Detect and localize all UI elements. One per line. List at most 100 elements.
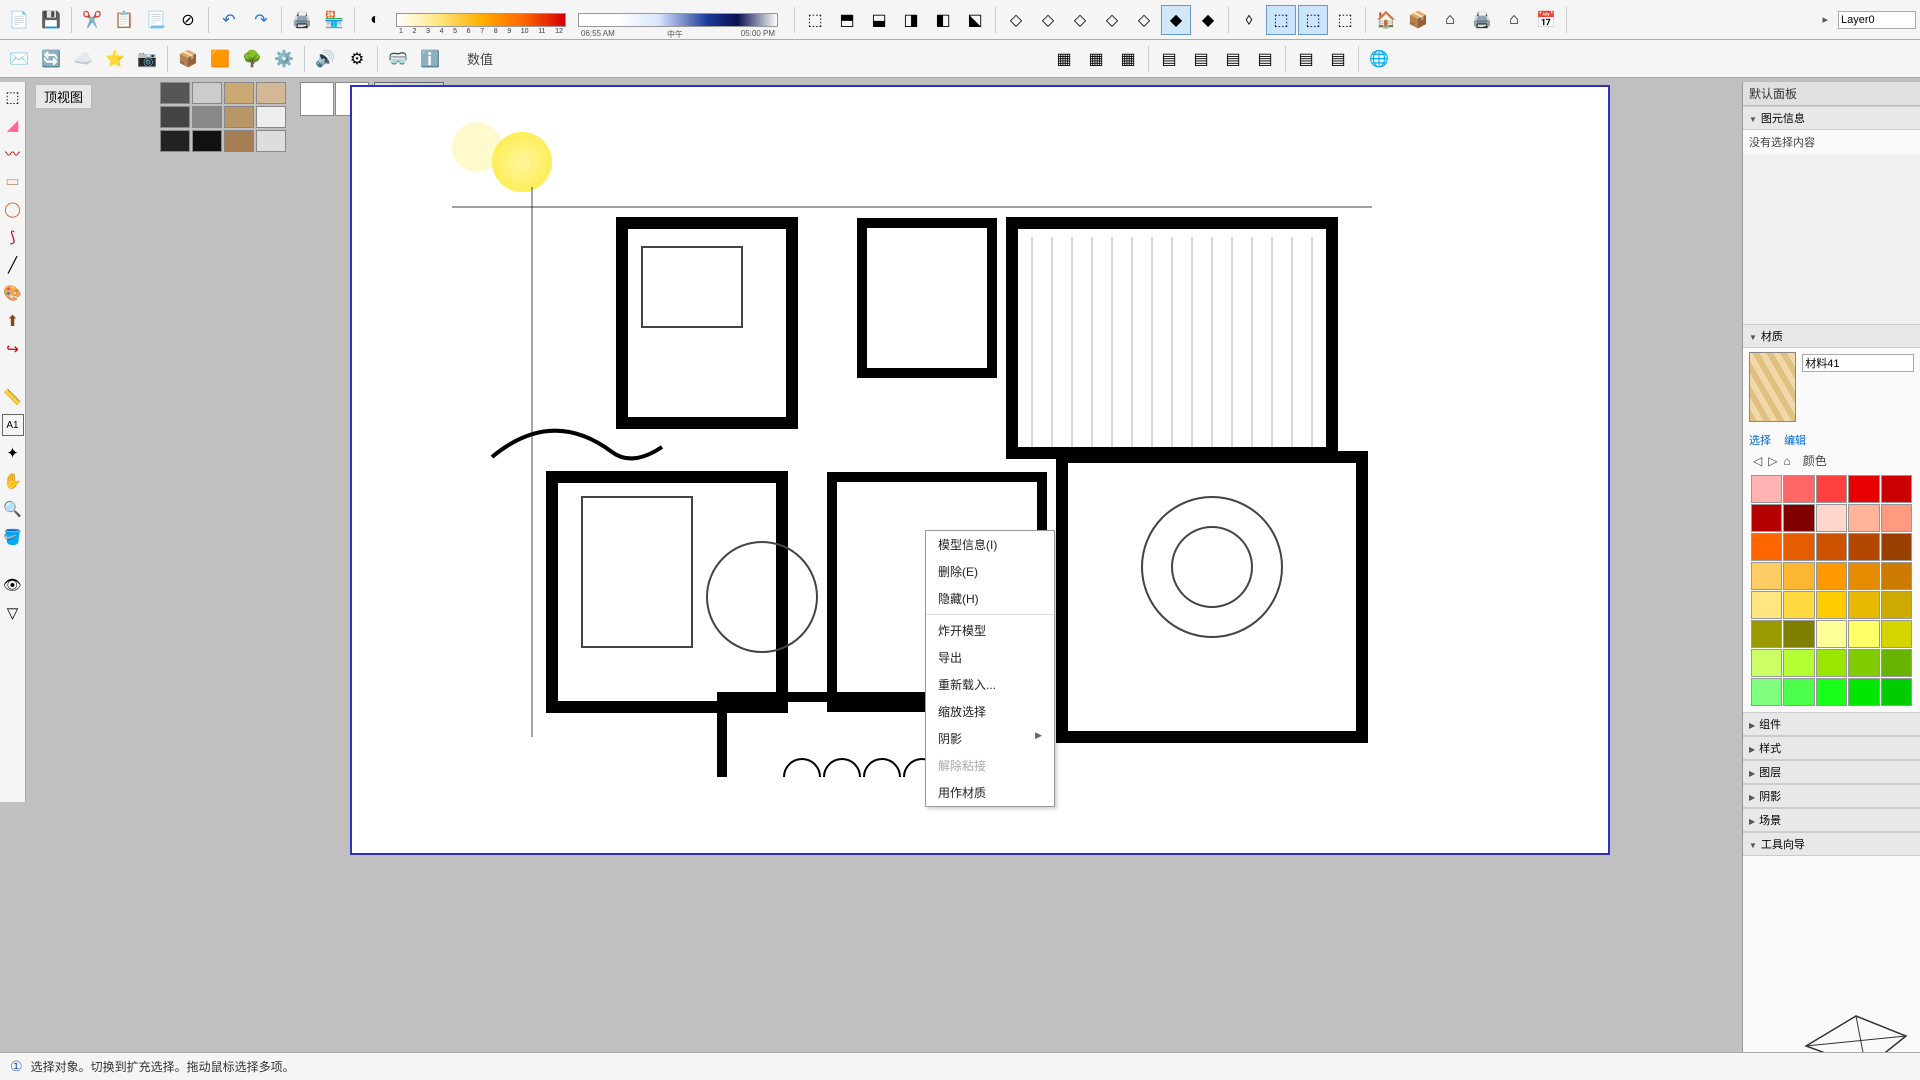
settings-icon[interactable]: ⚙ [342,44,372,74]
grid3-icon[interactable]: ▦ [1113,44,1143,74]
eye-icon[interactable]: 👁 [2,574,24,596]
mat-swatch[interactable] [192,82,222,104]
cube-gold-icon[interactable]: 🟧 [205,44,235,74]
back-view-icon[interactable]: ◧ [928,5,958,35]
cm-shadow[interactable]: 阴影▶ [926,725,1054,752]
panel5-icon[interactable]: ▤ [1291,44,1321,74]
color-swatch[interactable] [1816,475,1847,503]
globe-icon[interactable]: 🌐 [1364,44,1394,74]
color-swatch[interactable] [1848,591,1879,619]
arc-icon[interactable]: ⟆ [2,226,24,248]
help-icon[interactable]: ① [10,1058,23,1075]
select-icon[interactable]: ⬚ [2,86,24,108]
tape-icon[interactable]: 📏 [2,386,24,408]
cube2-icon[interactable]: ⬚ [1298,5,1328,35]
new-icon[interactable]: 📄 [4,5,34,35]
box2-icon[interactable]: 📦 [173,44,203,74]
line-icon[interactable]: ╱ [2,254,24,276]
color-swatch[interactable] [1751,591,1782,619]
material-edit-tab[interactable]: 编辑 [1784,435,1806,447]
mat-swatch[interactable] [256,82,286,104]
material-name-input[interactable] [1802,354,1914,372]
cm-reload[interactable]: 重新载入... [926,671,1054,698]
undo-icon[interactable]: ↶ [214,5,244,35]
cm-explode[interactable]: 炸开模型 [926,617,1054,644]
color-swatch[interactable] [1751,678,1782,706]
paste-icon[interactable]: 📃 [141,5,171,35]
cut-icon[interactable]: ✂️ [77,5,107,35]
color-swatch[interactable] [1848,678,1879,706]
refresh-icon[interactable]: 🔄 [36,44,66,74]
warehouse-icon[interactable]: 🏪 [319,5,349,35]
section-components[interactable]: 组件 [1743,712,1920,736]
color-swatch[interactable] [1783,649,1814,677]
style3-icon[interactable]: ◇ [1065,5,1095,35]
right-view-icon[interactable]: ◨ [896,5,926,35]
cm-model-info[interactable]: 模型信息(I) [926,531,1054,558]
vr-icon[interactable]: 🥽 [383,44,413,74]
walk-icon[interactable]: ▽ [2,602,24,624]
grid1-icon[interactable]: ▦ [1049,44,1079,74]
mat-swatch[interactable] [160,82,190,104]
section-instructor[interactable]: 工具向导 [1743,832,1920,856]
info-icon[interactable]: ℹ️ [415,44,445,74]
color-swatch[interactable] [1783,591,1814,619]
section-scenes[interactable]: 场景 [1743,808,1920,832]
mat-swatch[interactable] [192,106,222,128]
color-swatch[interactable] [1783,533,1814,561]
color-swatch[interactable] [1816,562,1847,590]
color-swatch[interactable] [1881,475,1912,503]
style1-icon[interactable]: ◇ [1001,5,1031,35]
color-swatch[interactable] [1881,620,1912,648]
top-view-icon[interactable]: ⬒ [832,5,862,35]
style2-icon[interactable]: ◇ [1033,5,1063,35]
cm-zoom-sel[interactable]: 缩放选择 [926,698,1054,725]
color-swatch[interactable] [1881,533,1912,561]
style6-icon[interactable]: ◆ [1161,5,1191,35]
move-icon[interactable]: ✦ [2,442,24,464]
month-slider[interactable]: 123456789101112 [396,13,566,27]
tree-icon[interactable]: 🌳 [237,44,267,74]
layer-input[interactable] [1838,11,1916,29]
tool-a-icon[interactable]: ✉️ [4,44,34,74]
cube1-icon[interactable]: ⬚ [1266,5,1296,35]
section-material[interactable]: 材质 [1743,324,1920,348]
color-swatch[interactable] [1783,475,1814,503]
delete-icon[interactable]: ⊘ [173,5,203,35]
circle-icon[interactable]: ◯ [2,198,24,220]
hand-icon[interactable]: ✋ [2,470,24,492]
left-view-icon[interactable]: ⬕ [960,5,990,35]
color-swatch[interactable] [1848,475,1879,503]
grid2-icon[interactable]: ▦ [1081,44,1111,74]
house1-icon[interactable]: 🏠 [1371,5,1401,35]
iso-icon[interactable]: ⬚ [800,5,830,35]
color-swatch[interactable] [1783,562,1814,590]
color-swatch[interactable] [1783,678,1814,706]
style4-icon[interactable]: ◇ [1097,5,1127,35]
color-swatch[interactable] [1848,562,1879,590]
pushpull-icon[interactable]: ⬆ [2,310,24,332]
color-swatch[interactable] [1751,649,1782,677]
mat-swatch[interactable] [224,130,254,152]
section-layers[interactable]: 图层 [1743,760,1920,784]
star-icon[interactable]: ⭐ [100,44,130,74]
camera-icon[interactable]: 📷 [132,44,162,74]
sound-icon[interactable]: 🔊 [310,44,340,74]
print2-icon[interactable]: 🖨️ [1467,5,1497,35]
color-swatch[interactable] [1751,620,1782,648]
panel6-icon[interactable]: ▤ [1323,44,1353,74]
eraser-icon[interactable]: ◢ [2,114,24,136]
panel1-icon[interactable]: ▤ [1154,44,1184,74]
color-swatch[interactable] [1881,504,1912,532]
color-swatch[interactable] [1783,504,1814,532]
cm-export[interactable]: 导出 [926,644,1054,671]
mat-swatch[interactable] [224,82,254,104]
mat-swatch[interactable] [224,106,254,128]
shadow-toggle-icon[interactable]: ◐ [360,5,390,35]
color-swatch[interactable] [1783,620,1814,648]
mat-swatch[interactable] [256,130,286,152]
mat-swatch[interactable] [256,106,286,128]
box-icon[interactable]: 📦 [1403,5,1433,35]
house2-icon[interactable]: ⌂ [1435,5,1465,35]
freehand-icon[interactable]: 〰 [2,142,24,164]
